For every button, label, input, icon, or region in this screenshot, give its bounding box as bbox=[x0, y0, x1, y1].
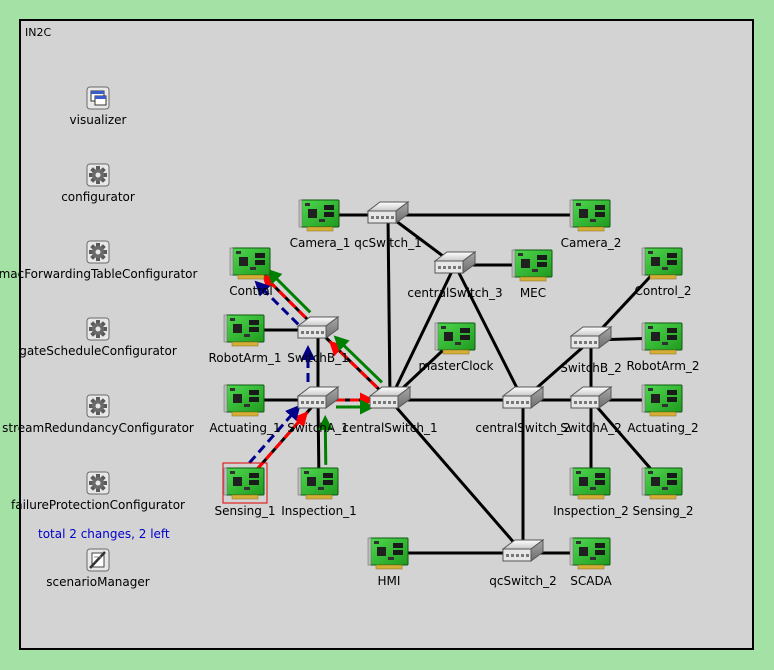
module-label-failure-protection-configurator: failureProtectionConfigurator bbox=[11, 498, 185, 512]
gear-icon bbox=[86, 394, 110, 418]
module-label-scenario-manager: scenarioManager bbox=[46, 575, 149, 589]
node-label-central-switch-2: centralSwitch_2 bbox=[475, 421, 570, 435]
gear-icon bbox=[86, 471, 110, 495]
module-label-stream-redundancy-configurator: streamRedundancyConfigurator bbox=[2, 421, 194, 435]
node-label-mec: MEC bbox=[520, 286, 546, 300]
module-label-configurator: configurator bbox=[61, 190, 135, 204]
node-label-central-switch-3: centralSwitch_3 bbox=[407, 286, 502, 300]
node-label-control: Control bbox=[229, 284, 272, 298]
network-canvas: IN2C Camera_1 Camera_2 qcSwitch_1 centralSw… bbox=[0, 19, 754, 650]
node-label-actuating-2: Actuating_2 bbox=[627, 421, 698, 435]
node-label-sensing-1: Sensing_1 bbox=[214, 504, 275, 518]
node-label-switch-b-2: SwitchB_2 bbox=[560, 361, 622, 375]
module-label-visualizer: visualizer bbox=[70, 113, 127, 127]
node-label-switch-b-1: SwitchB_1 bbox=[287, 351, 349, 365]
visualizer-window-icon bbox=[86, 86, 110, 110]
node-label-camera-2: Camera_2 bbox=[561, 236, 622, 250]
node-label-actuating-1: Actuating_1 bbox=[209, 421, 280, 435]
node-label-hmi: HMI bbox=[378, 574, 401, 588]
node-label-robot-arm-1: RobotArm_1 bbox=[208, 351, 281, 365]
node-label-switch-a-2: SwitchA_2 bbox=[560, 421, 622, 435]
module-label-mac-forwarding-table-configurator: macForwardingTableConfigurator bbox=[0, 267, 197, 281]
node-label-central-switch-1: centralSwitch_1 bbox=[342, 421, 437, 435]
node-label-master-clock: masterClock bbox=[419, 359, 494, 373]
node-label-camera-1: Camera_1 bbox=[290, 236, 351, 250]
gear-icon bbox=[86, 317, 110, 341]
scenario-manager-icon bbox=[86, 548, 110, 572]
status-text: total 2 changes, 2 left bbox=[38, 527, 170, 541]
gear-icon bbox=[86, 240, 110, 264]
node-label-inspection-1: Inspection_1 bbox=[281, 504, 357, 518]
node-scada[interactable]: SCADA bbox=[569, 537, 613, 588]
node-label-robot-arm-2: RobotArm_2 bbox=[626, 359, 699, 373]
node-label-inspection-2: Inspection_2 bbox=[553, 504, 629, 518]
node-label-sensing-2: Sensing_2 bbox=[632, 504, 693, 518]
gear-icon bbox=[86, 163, 110, 187]
node-control[interactable]: Control bbox=[229, 247, 273, 298]
node-label-scada: SCADA bbox=[570, 574, 612, 588]
node-label-qc-switch-2: qcSwitch_2 bbox=[489, 574, 557, 588]
node-label-qc-switch-1: qcSwitch_1 bbox=[354, 236, 422, 250]
module-label-gate-schedule-configurator: gateScheduleConfigurator bbox=[19, 344, 177, 358]
network-title: IN2C bbox=[25, 26, 51, 39]
node-label-control-2: Control_2 bbox=[634, 284, 691, 298]
node-label-switch-a-1: SwitchA_1 bbox=[287, 421, 349, 435]
